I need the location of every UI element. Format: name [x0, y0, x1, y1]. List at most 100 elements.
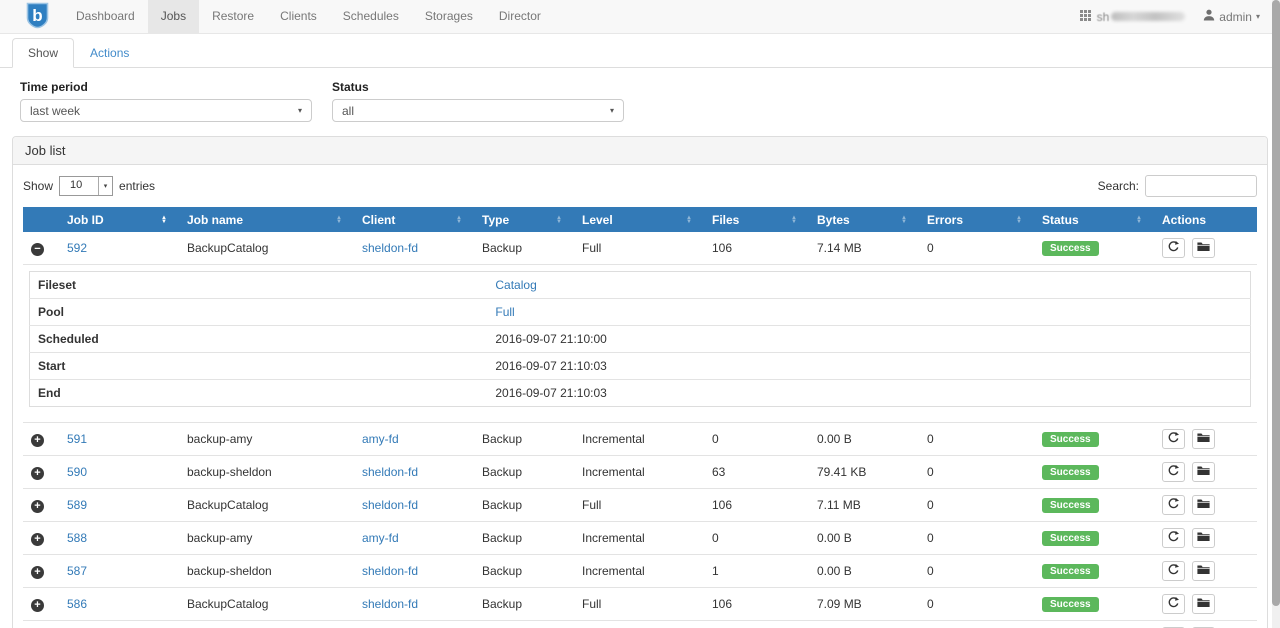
status-select[interactable]: all ▾	[332, 99, 624, 122]
column-header-client[interactable]: Client ▲▼	[354, 207, 474, 232]
navbar-right: sh admin ▾	[1080, 9, 1260, 24]
plus-circle-icon[interactable]: +	[31, 500, 44, 513]
detail-row-pool: Pool Full	[30, 299, 1251, 326]
detail-value-link[interactable]: Full	[495, 305, 514, 319]
sort-icon[interactable]: ▲▼	[791, 216, 801, 224]
search-label: Search:	[1098, 179, 1139, 193]
job-id-link[interactable]: 592	[67, 241, 87, 255]
job-id-link[interactable]: 588	[67, 531, 87, 545]
status-label: Status	[332, 80, 624, 94]
list-files-button[interactable]	[1192, 495, 1215, 515]
detail-value-link[interactable]: Catalog	[495, 278, 536, 292]
column-header-status[interactable]: Status ▲▼	[1034, 207, 1154, 232]
nav-item-storages[interactable]: Storages	[412, 0, 486, 34]
column-header-files[interactable]: Files ▲▼	[704, 207, 809, 232]
sort-icon[interactable]: ▲▼	[161, 216, 171, 224]
client-link[interactable]: sheldon-fd	[362, 564, 418, 578]
job-id-link[interactable]: 590	[67, 465, 87, 479]
tab-show[interactable]: Show	[12, 38, 74, 68]
time-period-select[interactable]: last week ▾	[20, 99, 312, 122]
column-header-job-id[interactable]: Job ID ▲▼	[59, 207, 179, 232]
sort-icon[interactable]: ▲▼	[1136, 216, 1146, 224]
restart-job-button[interactable]	[1162, 429, 1185, 449]
restart-job-button[interactable]	[1162, 495, 1185, 515]
plus-circle-icon[interactable]: +	[31, 566, 44, 579]
column-header-level[interactable]: Level ▲▼	[574, 207, 704, 232]
client-link[interactable]: amy-fd	[362, 432, 399, 446]
plus-circle-icon[interactable]: +	[31, 533, 44, 546]
entries-select[interactable]: 10 ▾	[59, 176, 113, 196]
job-id-link[interactable]: 586	[67, 597, 87, 611]
table-header-row: Job ID ▲▼ Job name ▲▼ Client ▲▼ Type ▲▼ …	[23, 207, 1257, 232]
list-files-button[interactable]	[1192, 429, 1215, 449]
nav-item-restore[interactable]: Restore	[199, 0, 267, 34]
scrollbar-thumb[interactable]	[1272, 0, 1280, 606]
list-files-button[interactable]	[1192, 561, 1215, 581]
actions-cell	[1154, 522, 1257, 555]
client-link[interactable]: sheldon-fd	[362, 498, 418, 512]
nav-item-dashboard[interactable]: Dashboard	[63, 0, 148, 34]
job-name-cell: backup-sheldon	[179, 555, 354, 588]
nav-item-clients[interactable]: Clients	[267, 0, 330, 34]
svg-text:b: b	[32, 6, 42, 25]
restart-job-button[interactable]	[1162, 238, 1185, 258]
tab-actions[interactable]: Actions	[74, 38, 145, 68]
nav-item-schedules[interactable]: Schedules	[330, 0, 412, 34]
nav-item-director[interactable]: Director	[486, 0, 554, 34]
list-files-button[interactable]	[1192, 594, 1215, 614]
list-files-button[interactable]	[1192, 238, 1215, 258]
client-link[interactable]: sheldon-fd	[362, 241, 418, 255]
client-cell: amy-fd	[354, 621, 474, 628]
job-id-link[interactable]: 587	[67, 564, 87, 578]
restart-job-button[interactable]	[1162, 561, 1185, 581]
actions-cell	[1154, 588, 1257, 621]
user-menu[interactable]: admin ▾	[1203, 9, 1260, 24]
column-header-bytes[interactable]: Bytes ▲▼	[809, 207, 919, 232]
client-link[interactable]: sheldon-fd	[362, 597, 418, 611]
status-badge: Success	[1042, 597, 1099, 612]
job-name-cell: BackupCatalog	[179, 588, 354, 621]
baculum-logo[interactable]: b	[26, 2, 49, 32]
folder-icon	[1197, 597, 1210, 611]
bytes-cell: 7.11 MB	[809, 489, 919, 522]
client-link[interactable]: amy-fd	[362, 531, 399, 545]
restart-job-button[interactable]	[1162, 462, 1185, 482]
restart-job-button[interactable]	[1162, 528, 1185, 548]
sort-icon[interactable]: ▲▼	[336, 216, 346, 224]
expand-cell: +	[23, 456, 59, 489]
sort-icon[interactable]: ▲▼	[686, 216, 696, 224]
detail-label: Start	[30, 353, 488, 380]
bytes-cell: 0.00 B	[809, 555, 919, 588]
client-cell: amy-fd	[354, 423, 474, 456]
column-header-errors[interactable]: Errors ▲▼	[919, 207, 1034, 232]
column-header-job-name[interactable]: Job name ▲▼	[179, 207, 354, 232]
status-badge: Success	[1042, 498, 1099, 513]
job-id-cell: 592	[59, 232, 179, 265]
job-id-cell: 587	[59, 555, 179, 588]
apps-grid-icon[interactable]	[1080, 10, 1091, 24]
status-group: Status all ▾	[332, 80, 624, 122]
plus-circle-icon[interactable]: +	[31, 434, 44, 447]
sort-icon[interactable]: ▲▼	[901, 216, 911, 224]
job-id-link[interactable]: 589	[67, 498, 87, 512]
client-cell: sheldon-fd	[354, 555, 474, 588]
files-cell: 63	[704, 456, 809, 489]
list-files-button[interactable]	[1192, 528, 1215, 548]
restart-icon	[1167, 596, 1180, 612]
client-link[interactable]: sheldon-fd	[362, 465, 418, 479]
search-input[interactable]	[1145, 175, 1257, 197]
sort-icon[interactable]: ▲▼	[456, 216, 466, 224]
list-files-button[interactable]	[1192, 462, 1215, 482]
minus-circle-icon[interactable]: −	[31, 243, 44, 256]
nav-item-jobs[interactable]: Jobs	[148, 0, 199, 34]
level-cell: Incremental	[574, 555, 704, 588]
column-header-type[interactable]: Type ▲▼	[474, 207, 574, 232]
status-badge: Success	[1042, 241, 1099, 256]
sort-icon[interactable]: ▲▼	[556, 216, 566, 224]
plus-circle-icon[interactable]: +	[31, 599, 44, 612]
vertical-scrollbar[interactable]	[1272, 0, 1280, 628]
job-id-link[interactable]: 591	[67, 432, 87, 446]
restart-job-button[interactable]	[1162, 594, 1185, 614]
sort-icon[interactable]: ▲▼	[1016, 216, 1026, 224]
plus-circle-icon[interactable]: +	[31, 467, 44, 480]
